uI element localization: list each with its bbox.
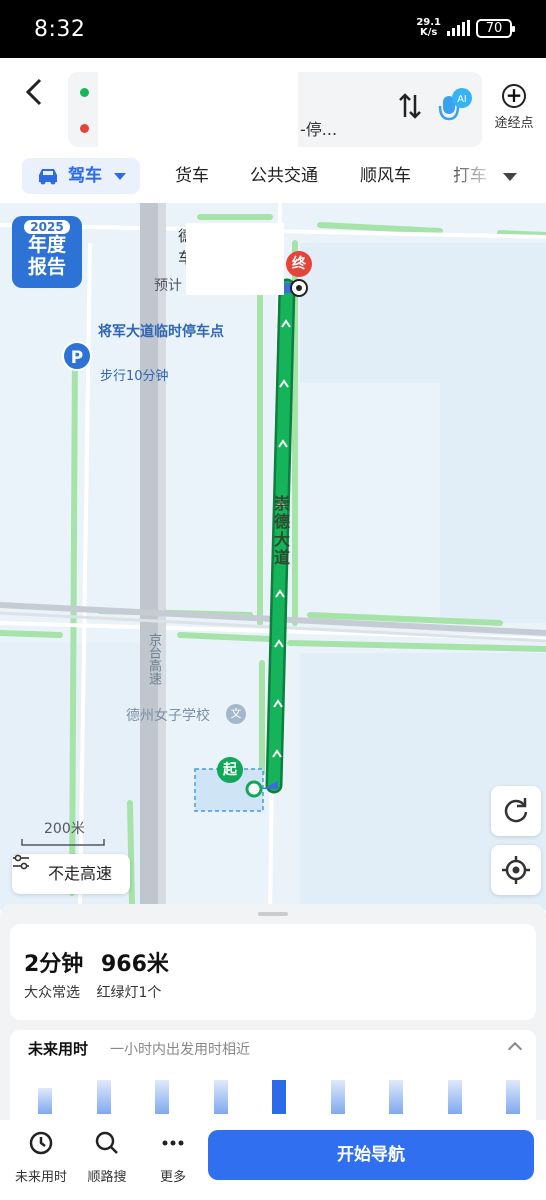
network-speed-unit: K/s [419,27,438,38]
report-line-1: 年度 [27,234,66,256]
future-time-bar[interactable] [389,1080,403,1114]
ai-voice-button[interactable]: AI [438,88,472,124]
more-button[interactable]: 更多 [140,1130,206,1185]
end-pin[interactable]: 终 [286,251,312,277]
waypoint-label: 途经点 [494,116,534,131]
redaction-mask [98,72,298,147]
avoid-highway-label: 不走高速 [48,864,113,883]
future-time-bar[interactable] [506,1080,520,1114]
status-bar: 8:32 29.1 K/s 70 [0,0,546,58]
annual-report-badge[interactable]: 2025 年度 报告 [12,216,82,288]
car-icon [39,169,57,185]
parking-name[interactable]: 将军大道临时停车点 [98,323,228,341]
tab-ride-share[interactable]: 顺风车 [360,158,411,194]
future-time-bar[interactable] [38,1088,52,1114]
future-time-label: 未来用时 [14,1170,67,1185]
along-route-search-button[interactable]: 顺路搜 [74,1130,140,1185]
parking-icon[interactable]: P [62,341,92,371]
route-summary: 2分钟 966米 [24,946,179,978]
highway-label: 京台高速 [146,633,161,685]
report-line-2: 报告 [27,256,66,278]
more-modes-icon[interactable] [503,173,517,181]
ai-label: AI [457,94,466,105]
map-view[interactable]: 2025 年度 报告 德 车 预计 终 P 将军大道临时停车点 步行10分钟 崇… [0,203,546,910]
more-dots-icon [162,1140,184,1146]
status-time: 8:32 [34,17,86,42]
future-time-subtitle: 一小时内出发用时相近 [110,1042,250,1058]
tabs-fade [440,153,500,199]
network-speed: 29.1 K/s [416,18,441,38]
settings-sliders-icon [13,854,29,870]
school-label[interactable]: 德州女子学校 [126,705,210,725]
add-waypoint-button[interactable]: + 途经点 [488,84,540,131]
future-time-bar[interactable] [155,1080,169,1114]
future-time-bar[interactable] [447,1080,462,1114]
end-text: -停... [300,120,338,139]
chevron-up-icon[interactable] [507,1041,523,1057]
swap-button[interactable] [398,92,422,127]
start-pin[interactable]: 起 [217,757,243,783]
end-dot-icon [80,123,89,133]
tab-drive[interactable]: 驾车 [22,158,140,194]
back-button[interactable] [22,76,58,112]
tab-truck[interactable]: 货车 [175,158,209,194]
drag-handle[interactable] [258,912,288,916]
future-time-title: 未来用时 [28,1040,89,1058]
status-indicators: 29.1 K/s 70 [416,18,515,38]
route-sheet: 2分钟 966米 大众常选 红绿灯1个 未来用时 一小时内出发用时相近 [0,904,546,1120]
road-label: 崇德大道 [271,495,290,567]
more-label: 更多 [159,1170,186,1185]
future-time-bar[interactable] [272,1080,286,1114]
refresh-icon [504,798,528,823]
ai-microphone-icon: AI [438,88,472,121]
locate-button[interactable] [491,845,541,895]
parking-walk-time: 步行10分钟 [100,369,169,384]
school-icon: 文 [226,704,246,724]
future-time-bar[interactable] [213,1080,228,1114]
route-duration: 2分钟 [24,952,84,977]
report-year: 2025 [24,220,70,234]
traffic-lights-count: 红绿灯1个 [96,985,162,1001]
route-tag: 大众常选 [24,985,80,1001]
locate-icon [502,856,530,884]
route-details: 大众常选 红绿灯1个 [24,982,173,1002]
clock-icon [29,1131,53,1155]
along-route-search-label: 顺路搜 [87,1170,127,1185]
redaction-mask [186,223,284,295]
future-time-card[interactable]: 未来用时 一小时内出发用时相近 [10,1030,536,1120]
avoid-highway-button[interactable]: 不走高速 [12,854,130,894]
start-dot-icon [80,87,89,97]
chevron-down-icon [114,173,126,180]
tab-public-transit[interactable]: 公共交通 [250,158,318,194]
plus-circle-icon: + [502,84,526,108]
route-header: -停... AI + 途经点 [0,58,546,153]
battery-icon: 70 [476,18,515,38]
start-navigation-button[interactable]: 开始导航 [208,1130,534,1180]
search-icon [95,1131,118,1154]
back-arrow-icon [25,78,42,106]
route-distance: 966米 [100,952,169,977]
route-option-card[interactable]: 2分钟 966米 大众常选 红绿灯1个 [10,924,536,1020]
swap-icon [399,93,421,119]
travel-mode-tabs: 驾车 货车 公共交通 顺风车 打车 [0,153,546,203]
future-time-button[interactable]: 未来用时 [8,1130,74,1185]
tab-drive-label: 驾车 [68,166,102,186]
estimate-label: 预计 [154,278,182,294]
map-scale: 200米 [44,821,85,837]
future-time-bar[interactable] [330,1080,345,1114]
signal-icon [447,20,470,36]
bottom-nav: 未来用时 顺路搜 更多 开始导航 [0,1120,546,1200]
refresh-button[interactable] [491,786,541,836]
future-time-bar[interactable] [96,1080,111,1114]
